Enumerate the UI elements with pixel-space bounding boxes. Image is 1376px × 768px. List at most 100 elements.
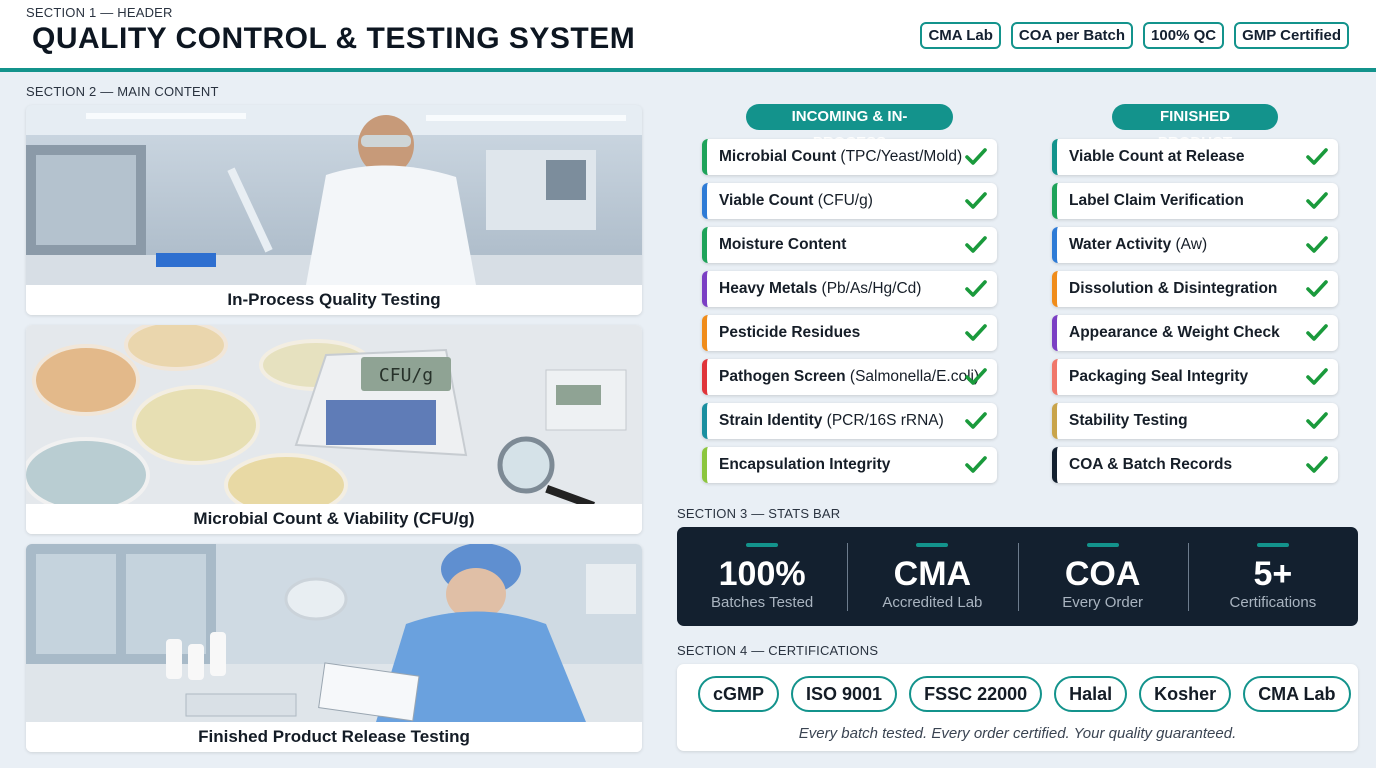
photo-caption: Finished Product Release Testing	[26, 722, 642, 752]
incoming-column-header: INCOMING & IN-PROCESS	[746, 104, 953, 151]
checkmark-icon	[965, 456, 987, 473]
release-testing-photo	[26, 544, 642, 722]
stat-accredited-lab: CMA Accredited Lab	[847, 527, 1017, 626]
checklist-item-label: COA & Batch Records	[1057, 456, 1232, 474]
checklist-item: Pathogen Screen (Salmonella/E.coli)	[702, 359, 997, 395]
checklist-item: Encapsulation Integrity	[702, 447, 997, 483]
checklist-item: Dissolution & Disintegration	[1052, 271, 1338, 307]
checklist-item-title: COA & Batch Records	[1069, 456, 1233, 473]
checkmark-icon	[1306, 412, 1328, 429]
stat-caption: Accredited Lab	[882, 594, 983, 611]
photo-card-in-process: In-Process Quality Testing	[26, 105, 642, 315]
badge-gmp-certified: GMP Certified	[1234, 22, 1349, 49]
checklist-item-title: Packaging Seal Integrity	[1069, 368, 1249, 385]
photo-caption: In-Process Quality Testing	[26, 285, 642, 315]
certifications-panel: cGMP ISO 9001 FSSC 22000 Halal Kosher CM…	[677, 664, 1358, 751]
checklist-item: Viable Count at Release	[1052, 139, 1338, 175]
checkmark-icon	[965, 324, 987, 341]
checklist-item-title: Appearance & Weight Check	[1069, 324, 1280, 341]
cert-badge-cma-lab: CMA Lab	[1243, 676, 1351, 712]
checklist-item-title: Pathogen Screen	[719, 368, 846, 385]
checklist-item: COA & Batch Records	[1052, 447, 1338, 483]
checkmark-icon	[965, 368, 987, 385]
section-label: SECTION 1 — HEADER	[26, 5, 173, 20]
checklist-item: Label Claim Verification	[1052, 183, 1338, 219]
checklist-item: Water Activity (Aw)	[1052, 227, 1338, 263]
checklist-item: Strain Identity (PCR/16S rRNA)	[702, 403, 997, 439]
checklist-item-label: Appearance & Weight Check	[1057, 324, 1280, 342]
checklist-item-detail: (Aw)	[1171, 236, 1208, 253]
photo-card-microbial: CFU/g Microbial Count & Viability (CFU/g…	[26, 325, 642, 534]
header: SECTION 1 — HEADER QUALITY CONTROL & TES…	[0, 0, 1376, 72]
checklist-item-label: Moisture Content	[707, 236, 846, 254]
incoming-checklist: Microbial Count (TPC/Yeast/Mold) Viable C…	[702, 139, 997, 483]
section-label: SECTION 4 — CERTIFICATIONS	[677, 643, 879, 658]
certifications-tagline: Every batch tested. Every order certifie…	[798, 725, 1237, 742]
badge-cma-lab: CMA Lab	[920, 22, 1001, 49]
checklist-item: Heavy Metals (Pb/As/Hg/Cd)	[702, 271, 997, 307]
stat-caption: Batches Tested	[710, 594, 814, 611]
checklist-item-detail: (TPC/Yeast/Mold)	[836, 148, 963, 165]
checkmark-icon	[1306, 324, 1328, 341]
checklist-item: Pesticide Residues	[702, 315, 997, 351]
section-label: SECTION 3 — STATS BAR	[677, 506, 841, 521]
checklist-item-label: Viable Count at Release	[1057, 148, 1244, 166]
stats-bar: 100% Batches Tested CMA Accredited Lab C…	[677, 527, 1358, 626]
checkmark-icon	[965, 412, 987, 429]
checklist-item-detail: (CFU/g)	[813, 192, 873, 209]
stat-caption: Certifications	[1229, 594, 1317, 611]
checkmark-icon	[965, 280, 987, 297]
petri-dish-counter-photo: CFU/g	[26, 325, 642, 504]
checklist-item-label: Dissolution & Disintegration	[1057, 280, 1277, 298]
checklist-item-label: Pesticide Residues	[707, 324, 860, 342]
checklist-item-title: Viable Count	[719, 192, 814, 209]
checklist-item-label: Strain Identity (PCR/16S rRNA)	[707, 412, 944, 430]
checkmark-icon	[1306, 280, 1328, 297]
checklist-item: Microbial Count (TPC/Yeast/Mold)	[702, 139, 997, 175]
checklist-item: Appearance & Weight Check	[1052, 315, 1338, 351]
header-badges: CMA Lab COA per Batch 100% QC GMP Certif…	[920, 22, 1349, 49]
checklist-item-label: Pathogen Screen (Salmonella/E.coli)	[707, 368, 979, 386]
section-label: SECTION 2 — MAIN CONTENT	[26, 84, 219, 99]
checkmark-icon	[965, 192, 987, 209]
checklist-item-title: Strain Identity	[719, 412, 823, 429]
stat-accent-bar	[916, 543, 949, 547]
certification-badges: cGMP ISO 9001 FSSC 22000 Halal Kosher CM…	[698, 676, 1351, 712]
checklist-item-title: Heavy Metals	[719, 280, 818, 297]
checklist-item-title: Moisture Content	[719, 236, 847, 253]
stat-accent-bar	[1256, 543, 1289, 547]
cert-badge-cgmp: cGMP	[698, 676, 780, 712]
stat-caption: Every Order	[1062, 594, 1144, 611]
photo-caption: Microbial Count & Viability (CFU/g)	[26, 504, 642, 534]
lab-technician-photo	[26, 105, 642, 285]
finished-checklist: Viable Count at Release Label Claim Verif…	[1052, 139, 1338, 483]
checklist-item-detail: (Pb/As/Hg/Cd)	[817, 280, 922, 297]
checkmark-icon	[1306, 368, 1328, 385]
checklist-item-label: Microbial Count (TPC/Yeast/Mold)	[707, 148, 962, 166]
stat-certifications: 5+ Certifications	[1187, 527, 1358, 626]
checklist-item-label: Viable Count (CFU/g)	[707, 192, 873, 210]
badge-100-qc: 100% QC	[1143, 22, 1225, 49]
stat-value: COA	[1064, 555, 1141, 593]
checklist-item-title: Stability Testing	[1069, 412, 1188, 429]
checklist-item-label: Encapsulation Integrity	[707, 456, 890, 474]
checklist-item: Packaging Seal Integrity	[1052, 359, 1338, 395]
checklist-item-title: Water Activity	[1069, 236, 1172, 253]
checklist-item-title: Dissolution & Disintegration	[1069, 280, 1278, 297]
photo-card-finished-product: Finished Product Release Testing	[26, 544, 642, 752]
checklist-item: Stability Testing	[1052, 403, 1338, 439]
cert-badge-fssc-22000: FSSC 22000	[909, 676, 1043, 712]
checklist-item-title: Encapsulation Integrity	[719, 456, 891, 473]
stat-value: 5+	[1253, 555, 1293, 593]
stat-accent-bar	[1086, 543, 1119, 547]
stat-batches-tested: 100% Batches Tested	[677, 527, 847, 626]
cert-badge-iso-9001: ISO 9001	[791, 676, 898, 712]
checklist-item-detail: (PCR/16S rRNA)	[822, 412, 944, 429]
checklist-item-title: Pesticide Residues	[719, 324, 861, 341]
checklist-item-title: Microbial Count	[719, 148, 837, 165]
stat-value: 100%	[718, 555, 806, 593]
checkmark-icon	[1306, 456, 1328, 473]
checkmark-icon	[965, 236, 987, 253]
checkmark-icon	[1306, 192, 1328, 209]
badge-coa-per-batch: COA per Batch	[1010, 22, 1134, 49]
